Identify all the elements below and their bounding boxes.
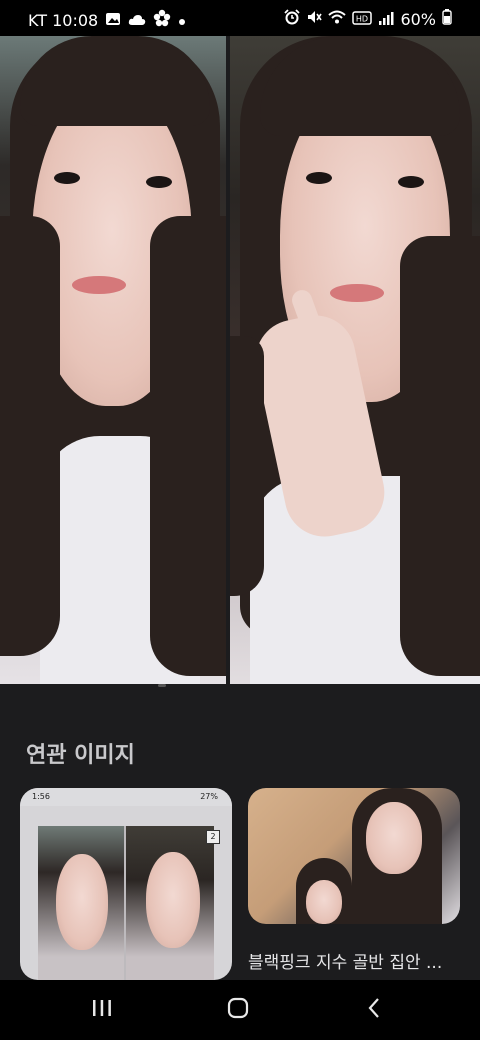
mini-photo-right	[126, 826, 214, 980]
back-icon	[366, 997, 382, 1023]
mini-status-bar: 1:56 27%	[20, 788, 232, 806]
section-title: 연관 이미지	[26, 743, 135, 768]
main-photo-right[interactable]	[230, 36, 480, 684]
mini-status-battery: 27%	[200, 792, 218, 801]
mute-icon	[306, 9, 323, 29]
related-image-card-2[interactable]	[248, 788, 460, 924]
wifi-icon	[328, 9, 347, 29]
main-photo-left[interactable]	[0, 36, 226, 684]
flower-icon	[153, 9, 171, 31]
navigation-bar	[0, 980, 480, 1040]
volte-icon: HD	[352, 10, 373, 29]
alarm-icon	[284, 9, 301, 29]
mini-screenshot	[38, 826, 214, 980]
status-bar: KT 10:08 HD 60%	[0, 0, 480, 36]
home-icon	[227, 997, 249, 1023]
mini-photo-left	[38, 826, 124, 980]
signal-icon	[378, 10, 394, 29]
recent-apps-icon	[91, 998, 113, 1022]
home-button[interactable]	[218, 997, 258, 1023]
image-icon	[105, 11, 121, 30]
scroll-indicator	[158, 684, 166, 687]
related-image-card-1[interactable]: 1:56 27% 2	[20, 788, 232, 980]
related-image-caption[interactable]: 블랙핑크 지수 골반 집안 ...	[248, 948, 463, 973]
mini-status-time: 1:56	[32, 792, 50, 801]
recent-apps-button[interactable]	[82, 998, 122, 1022]
mini-count-badge: 2	[206, 830, 220, 844]
cloud-icon	[128, 11, 146, 30]
svg-text:HD: HD	[356, 14, 368, 23]
back-button[interactable]	[354, 998, 394, 1022]
dot-icon	[178, 11, 186, 30]
battery-icon	[442, 9, 452, 29]
carrier-time: KT 10:08	[28, 10, 99, 30]
battery-percent: 60%	[400, 9, 436, 29]
